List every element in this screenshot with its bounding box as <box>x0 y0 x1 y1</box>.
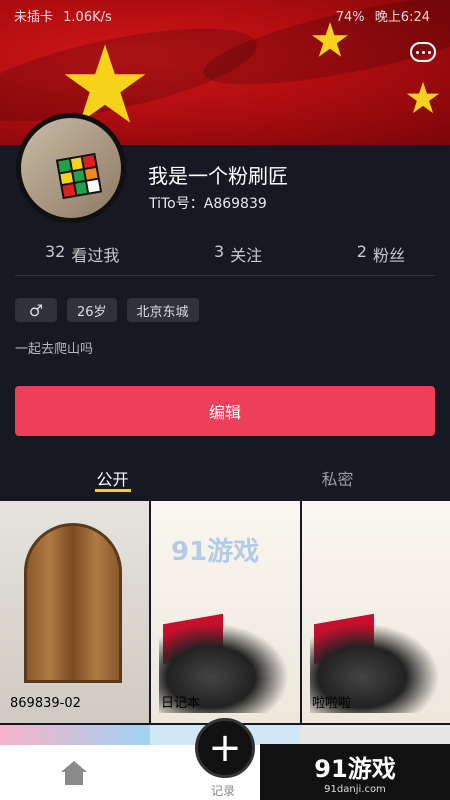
stat-count: 3 <box>213 241 225 261</box>
post-label: 日记本 <box>161 696 201 711</box>
post-item[interactable]: 啦啦啦 <box>302 501 450 723</box>
network-speed: 1.06K/s <box>63 9 112 25</box>
watermark-title: 91游戏 <box>314 755 396 783</box>
profile-tags: ♂ 26岁 北京东城 <box>15 298 199 322</box>
site-watermark: 91游戏 91danji.com <box>260 744 450 800</box>
gender-male-icon: ♂ <box>15 298 57 322</box>
tab-private[interactable]: 私密 <box>225 456 450 500</box>
stat-count: 32 <box>45 241 66 261</box>
post-label: 869839-02 <box>10 696 81 711</box>
clock: 晚上6:24 <box>374 9 430 25</box>
stat-label: 关注 <box>230 245 263 265</box>
carrier-text: 未插卡 <box>14 9 54 25</box>
content-tabs: 公开 私密 <box>0 456 450 500</box>
location-tag: 北京东城 <box>126 298 199 322</box>
stat-visitors[interactable]: 32 看过我 <box>45 242 119 266</box>
more-icon[interactable] <box>410 42 436 62</box>
stat-label: 粉丝 <box>372 245 405 265</box>
post-label: 啦啦啦 <box>312 696 352 711</box>
stat-label: 看过我 <box>71 245 120 265</box>
stats-row: 32 看过我 3 关注 2 粉丝 <box>15 232 435 276</box>
wooden-door-image <box>24 523 122 683</box>
stat-followers[interactable]: 2 粉丝 <box>357 242 405 266</box>
add-icon[interactable]: + <box>195 718 255 778</box>
post-grid: 869839-02 91游戏 日记本 啦啦啦 <box>0 501 450 725</box>
tito-id: TiTo号：A869839 <box>149 196 267 212</box>
home-icon[interactable] <box>60 760 88 786</box>
watermark-text: 91游戏 <box>171 537 260 567</box>
post-item[interactable]: 91游戏 日记本 <box>151 501 300 723</box>
watermark-url: 91danji.com <box>324 784 386 795</box>
stat-count: 2 <box>356 241 367 261</box>
edit-profile-button[interactable]: 编辑 <box>15 386 435 436</box>
rubiks-cube-image <box>55 152 103 200</box>
bio: 一起去爬山吗 <box>15 342 94 357</box>
battery-level: 74% <box>335 9 365 25</box>
status-bar: 未插卡 1.06K/s 74% 晚上6:24 <box>0 0 450 30</box>
record-label: 记录 <box>211 784 236 798</box>
avatar[interactable] <box>16 113 126 223</box>
post-item[interactable]: 869839-02 <box>0 501 149 723</box>
flag-star-icon <box>406 81 440 114</box>
nickname: 我是一个粉刷匠 <box>148 164 288 188</box>
age-tag: 26岁 <box>67 298 117 322</box>
tab-public[interactable]: 公开 <box>0 456 225 500</box>
stat-following[interactable]: 3 关注 <box>214 242 262 266</box>
